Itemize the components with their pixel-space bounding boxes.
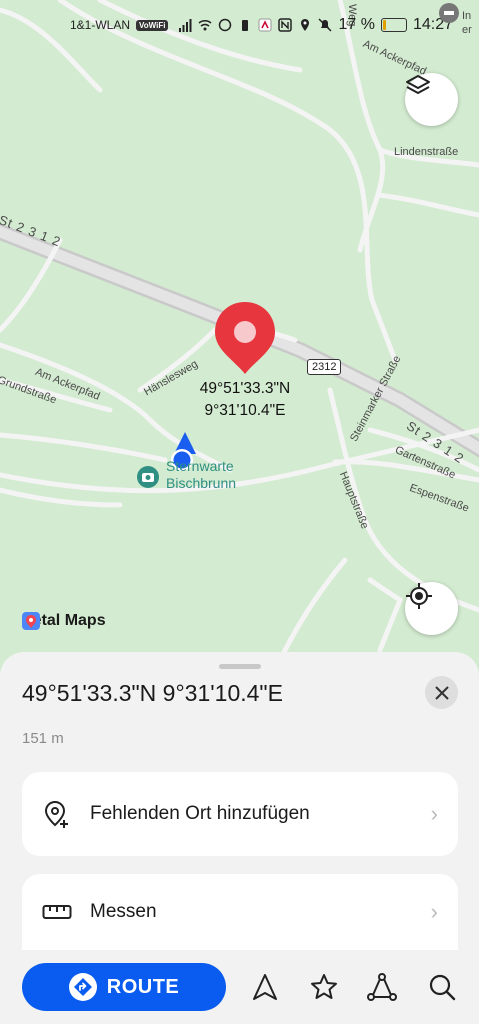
chevron-right-icon: › <box>430 899 438 924</box>
poi-label[interactable]: Sternwarte Bischbrunn <box>166 458 236 492</box>
pin-coordinate-label: 49°51'33.3"N 9°31'10.4"E <box>190 378 300 422</box>
map-view[interactable]: St 2 3 1 2 St 2 3 1 2 Am Ackerpfad Linde… <box>0 0 479 700</box>
crosshair-icon <box>406 583 432 609</box>
status-bar: 1&1-WLAN VoWiFi 17 % 14:27 <box>0 0 479 56</box>
whatsapp-icon <box>219 18 232 32</box>
search-icon <box>429 974 456 1001</box>
pin-lat: 49°51'33.3"N <box>199 380 291 397</box>
ruler-icon <box>42 905 72 919</box>
search-button[interactable] <box>427 972 457 1002</box>
bottom-action-bar: ROUTE <box>0 950 479 1024</box>
location-pin-icon[interactable] <box>212 300 278 376</box>
battery-saver-icon <box>242 20 249 31</box>
star-icon <box>311 974 337 999</box>
mute-icon <box>318 18 333 32</box>
route-button[interactable]: ROUTE <box>22 963 226 1011</box>
vowifi-badge: VoWiFi <box>136 19 169 31</box>
distance-label: 151 m <box>22 730 64 747</box>
poi-line1: Sternwarte <box>166 458 234 474</box>
my-location-button[interactable] <box>405 582 458 635</box>
measure-button[interactable]: Messen › <box>22 874 458 950</box>
measure-label: Messen <box>90 901 157 922</box>
road-label-lindenstrasse: Lindenstraße <box>394 146 459 158</box>
status-left: 1&1-WLAN VoWiFi <box>70 18 169 32</box>
petal-maps-logo-icon <box>22 612 40 630</box>
camera-icon[interactable] <box>136 465 160 489</box>
route-points-button[interactable] <box>367 972 397 1002</box>
map-layers-button[interactable] <box>405 73 458 126</box>
wifi-icon <box>198 19 213 31</box>
chevron-right-icon: › <box>430 801 438 826</box>
add-location-icon <box>44 800 68 828</box>
add-missing-place-button[interactable]: Fehlenden Ort hinzufügen › <box>22 772 458 856</box>
location-status-icon <box>301 19 310 31</box>
pin-lon: 9°31'10.4"E <box>204 402 286 419</box>
app-notification-icon <box>258 18 272 32</box>
close-button[interactable] <box>425 676 458 709</box>
route-points-icon <box>367 973 397 1001</box>
add-missing-place-label: Fehlenden Ort hinzufügen <box>90 803 310 824</box>
navigation-icon <box>253 974 277 1000</box>
directions-icon <box>68 973 97 1001</box>
status-right: 17 % 14:27 <box>178 16 453 34</box>
battery-icon <box>380 18 407 32</box>
nfc-icon <box>278 18 293 32</box>
layers-icon <box>406 75 430 94</box>
sheet-title: 49°51'33.3"N 9°31'10.4"E <box>22 680 283 706</box>
sheet-drag-handle[interactable] <box>219 664 261 669</box>
road-shield-2312: 2312 <box>307 359 342 375</box>
battery-percent: 17 % <box>338 16 375 33</box>
navigation-button[interactable] <box>250 972 280 1002</box>
favorite-button[interactable] <box>309 972 339 1002</box>
carrier-label: 1&1-WLAN <box>70 18 131 32</box>
route-label: ROUTE <box>106 975 180 998</box>
poi-line2: Bischbrunn <box>166 475 237 491</box>
signal-icon <box>179 19 192 32</box>
close-icon <box>434 685 449 700</box>
screen-record-icon[interactable] <box>438 2 460 24</box>
petal-maps-brand: Petal Maps <box>22 612 106 630</box>
